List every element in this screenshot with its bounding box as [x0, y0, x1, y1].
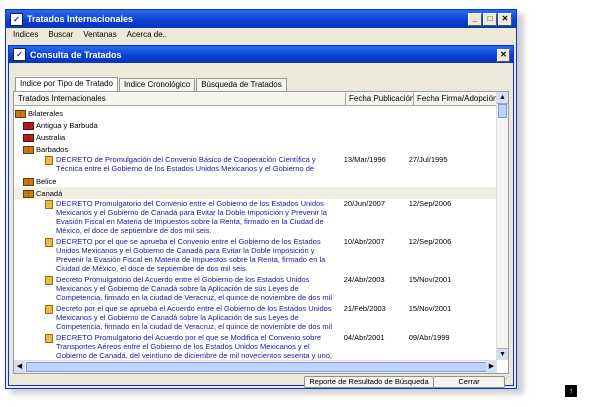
tree-node-country[interactable]: Antigua y Barbuda — [15, 119, 496, 131]
consulta-dialog: ✓ Consulta de Tratados ✕ Indice por Tipo… — [8, 45, 514, 388]
col-fecha-firma[interactable]: Fecha Firma/Adopción — [414, 93, 496, 105]
treaty-title-line: Mexicanos y el Gobierno de Canadá sobre … — [56, 284, 299, 293]
tab-indice-cronologico[interactable]: Indice Cronológico — [118, 78, 196, 92]
treaty-row[interactable]: DECRETO de Promulgación del Convenio Bás… — [15, 155, 496, 173]
report-button[interactable]: Reporte de Resultado de Búsqueda — [304, 376, 434, 388]
app-icon: ✓ — [10, 12, 23, 26]
canada-treaty-list: DECRETO Promulgatorio del Convenio entre… — [15, 199, 496, 360]
tree-node-country[interactable]: Belice — [15, 175, 496, 187]
fecha-firma: 09/Abr/1999 — [408, 333, 450, 342]
dialog-icon: ✓ — [13, 48, 26, 61]
treaty-title-line: Competencia, firmado en la ciudad de Ver… — [56, 293, 332, 302]
close-button[interactable]: ✕ — [498, 13, 512, 26]
tree-node-country[interactable]: Barbados — [15, 143, 496, 155]
book-icon — [23, 133, 34, 142]
menu-ventanas[interactable]: Ventanas — [78, 30, 121, 39]
treaty-title-line: Evasión Fiscal en Materia de Impuestos s… — [56, 217, 324, 226]
col-fecha-pub[interactable]: Fecha Publicación — [346, 93, 414, 105]
dialog-title: Consulta de Tratados — [30, 49, 122, 60]
treaty-row[interactable]: DECRETO Promulgatorio del Acuerdo por el… — [15, 333, 496, 360]
scroll-up-icon[interactable]: ▲ — [497, 92, 508, 104]
treaty-title-line: DECRETO Promulgatorio del Convenio entre… — [56, 199, 324, 208]
book-icon — [23, 145, 34, 154]
menubar: Indices Buscar Ventanas Acerca de.. — [6, 28, 516, 41]
document-icon — [45, 156, 53, 165]
treaty-title-line: Decreto por el que se aprueba el Acuerdo… — [56, 304, 332, 313]
column-header: Tratados Internacionales Fecha Publicaci… — [15, 93, 496, 106]
treaty-row[interactable]: Decreto Promulgatorio del Acuerdo entre … — [15, 275, 496, 302]
fecha-firma: 27/Jul/1995 — [408, 155, 448, 164]
fecha-publicacion: 10/Abr/2007 — [343, 237, 385, 246]
menu-acerca[interactable]: Acerca de.. — [122, 30, 172, 39]
treaty-title-line: Prevenir la Evasión Fiscal en Materia de… — [56, 255, 326, 264]
treaty-title-line: Decreto Promulgatorio del Acuerdo entre … — [56, 275, 310, 284]
vertical-scrollbar[interactable]: ▲ ▼ — [496, 92, 508, 360]
fecha-publicacion: 24/Abr/2003 — [343, 275, 385, 284]
fecha-firma: 12/Sep/2006 — [408, 199, 452, 208]
fecha-publicacion: 13/Mar/1996 — [343, 155, 386, 164]
document-icon — [45, 200, 53, 209]
treaty-title-line: Mexicanos y el Gobierno de Canadá para E… — [56, 208, 327, 217]
fecha-publicacion: 20/Jun/2007 — [343, 199, 386, 208]
fecha-firma: 15/Nov/2001 — [408, 304, 452, 313]
tab-busqueda[interactable]: Búsqueda de Tratados — [196, 78, 287, 92]
menu-buscar[interactable]: Buscar — [43, 30, 78, 39]
tab-strip: Indice por Tipo de Tratado Indice Cronol… — [15, 76, 288, 93]
document-icon — [45, 305, 53, 314]
treaty-title-line: Unidos Mexicanos y el Gobierno de Canadá… — [56, 246, 315, 255]
treaty-title-line: Competencia, firmado en la ciudad de Ver… — [56, 322, 332, 331]
fecha-publicacion: 04/Abr/2001 — [343, 333, 385, 342]
document-icon — [45, 276, 53, 285]
tree-node-country[interactable]: Canadá — [15, 187, 496, 199]
treaty-title-line: DECRETO por el que se aprueba el Conveni… — [56, 237, 321, 246]
document-icon — [45, 334, 53, 343]
fecha-firma: 15/Nov/2001 — [408, 275, 452, 284]
main-titlebar[interactable]: ✓ Tratados Internacionales _ □ ✕ — [6, 10, 516, 28]
dialog-close-button[interactable]: ✕ — [497, 49, 510, 62]
close-dialog-button[interactable]: Cerrar — [433, 376, 505, 388]
treaty-tree-panel: Tratados Internacionales Fecha Publicaci… — [13, 91, 509, 374]
scroll-to-top-icon[interactable]: ↑ — [565, 385, 577, 397]
app-title: Tratados Internacionales — [27, 14, 134, 24]
treaty-title-line: Mexicanos y el Gobierno de Canadá sobre … — [56, 313, 299, 322]
document-icon — [45, 238, 53, 247]
scroll-left-icon[interactable]: ◀ — [14, 361, 25, 373]
treaty-title-line: Gobierno de Canadá, del veintiuno de dic… — [56, 351, 333, 360]
horizontal-scrollbar[interactable]: ◀ ▶ — [14, 360, 497, 373]
treaty-row[interactable]: DECRETO por el que se aprueba el Conveni… — [15, 237, 496, 273]
treaty-title-line: DECRETO Promulgatorio del Acuerdo por el… — [56, 333, 321, 342]
scroll-thumb[interactable] — [498, 104, 507, 118]
tree-node-country[interactable]: Australia — [15, 131, 496, 143]
minimize-button[interactable]: _ — [468, 13, 482, 26]
fecha-publicacion: 21/Feb/2003 — [343, 304, 386, 313]
menu-indices[interactable]: Indices — [8, 30, 43, 39]
treaty-title-line: Transportes Aéreos entre el Gobierno de … — [56, 342, 310, 351]
scroll-down-icon[interactable]: ▼ — [497, 348, 508, 360]
treaty-title-line: Ciudad de México, el doce de septiembre … — [56, 264, 248, 273]
treaty-row[interactable]: DECRETO Promulgatorio del Convenio entre… — [15, 199, 496, 235]
treaty-row[interactable]: Decreto por el que se aprueba el Acuerdo… — [15, 304, 496, 331]
maximize-button[interactable]: □ — [483, 13, 497, 26]
book-icon — [23, 189, 34, 198]
col-tratados[interactable]: Tratados Internacionales — [15, 93, 346, 105]
book-icon — [15, 109, 26, 118]
treaty-title-line: México, el doce de septiembre de dos mil… — [56, 226, 212, 235]
hscroll-thumb[interactable] — [26, 362, 496, 372]
tree-rows: Bilaterales Antigua y Barbuda Australia … — [15, 107, 496, 360]
book-icon — [23, 121, 34, 130]
book-icon — [23, 177, 34, 186]
dialog-titlebar[interactable]: ✓ Consulta de Tratados — [9, 46, 513, 63]
main-window: ✓ Tratados Internacionales _ □ ✕ Indices… — [5, 9, 517, 389]
resize-grip-icon[interactable]: ⋰ — [503, 375, 512, 384]
fecha-firma: 12/Sep/2006 — [408, 237, 452, 246]
scroll-right-icon[interactable]: ▶ — [486, 361, 497, 373]
tree-node-bilaterales[interactable]: Bilaterales — [15, 107, 496, 119]
